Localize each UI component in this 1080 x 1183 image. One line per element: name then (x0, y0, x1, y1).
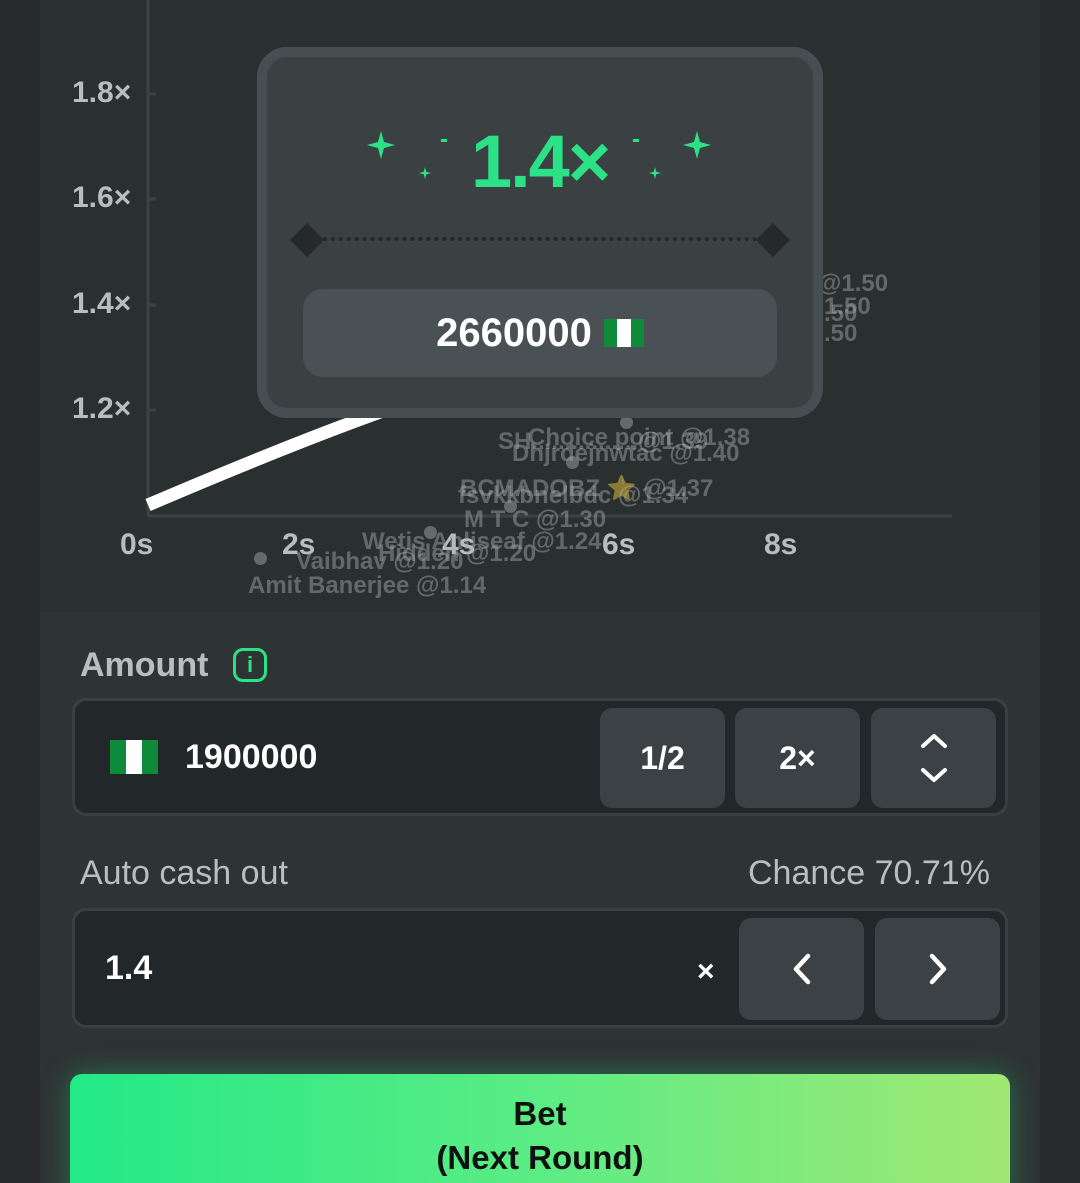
auto-cash-out-input[interactable]: 1.4 (105, 949, 152, 988)
x-tick-label: 8s (764, 528, 798, 561)
half-button[interactable]: 1/2 (600, 708, 725, 808)
player-cashout-label: Dhjrdejnwtac @1.40 (512, 440, 740, 467)
y-tick-label: 1.4× (72, 287, 132, 320)
divider-diamond-right (756, 223, 790, 257)
y-tick-label: 1.8× (72, 76, 132, 109)
decrease-button[interactable] (739, 918, 864, 1020)
bet-button-sublabel: (Next Round) (436, 1139, 644, 1176)
amount-input[interactable]: 1900000 (185, 738, 317, 777)
player-dot (254, 552, 267, 565)
bet-button-label: Bet (513, 1095, 567, 1132)
nigeria-flag-icon (603, 319, 644, 347)
chevron-right-icon (929, 953, 946, 985)
win-amount-box: 2660000 (303, 289, 777, 377)
multiplier-curve (145, 398, 403, 511)
player-cashout-label: .50 (824, 320, 858, 347)
x-tick-label: 0s (120, 528, 154, 561)
amount-field[interactable]: 1900000 1/2 2× (72, 698, 1008, 816)
player-cashout-label: Amit Banerjee @1.14 (248, 572, 487, 599)
amount-stepper-button[interactable] (871, 708, 996, 808)
crash-multiplier: 1.4× (470, 120, 611, 203)
y-tick-label: 1.2× (72, 392, 132, 425)
increase-button[interactable] (875, 918, 1000, 1020)
chance-text: Chance 70.71% (748, 854, 990, 892)
result-popup: 1.4× 2660000 (257, 47, 823, 418)
player-dot (566, 456, 579, 469)
nigeria-flag-icon (110, 740, 158, 774)
x-tick-label: 6s (602, 528, 636, 561)
crash-game-page: 1.8× 1.6× 1.4× 1.2× 0s 2s 4s 6s 8s @1.50… (0, 0, 1080, 1183)
clear-multiplier-icon[interactable]: × (697, 955, 715, 989)
game-panel: 1.8× 1.6× 1.4× 1.2× 0s 2s 4s 6s 8s @1.50… (40, 0, 1040, 1183)
bet-button[interactable]: Bet (Next Round) (70, 1074, 1010, 1183)
y-tick-label: 1.6× (72, 181, 132, 214)
auto-cash-out-field[interactable]: 1.4 × (72, 908, 1008, 1028)
win-amount: 2660000 (436, 310, 592, 355)
auto-cash-out-label: Auto cash out (80, 854, 288, 892)
double-button[interactable]: 2× (735, 708, 860, 808)
dotted-divider (307, 237, 773, 241)
amount-label: Amount (80, 646, 209, 684)
info-icon[interactable]: i (233, 648, 267, 682)
chevron-up-down-icon (920, 734, 947, 782)
chevron-left-icon (793, 953, 810, 985)
